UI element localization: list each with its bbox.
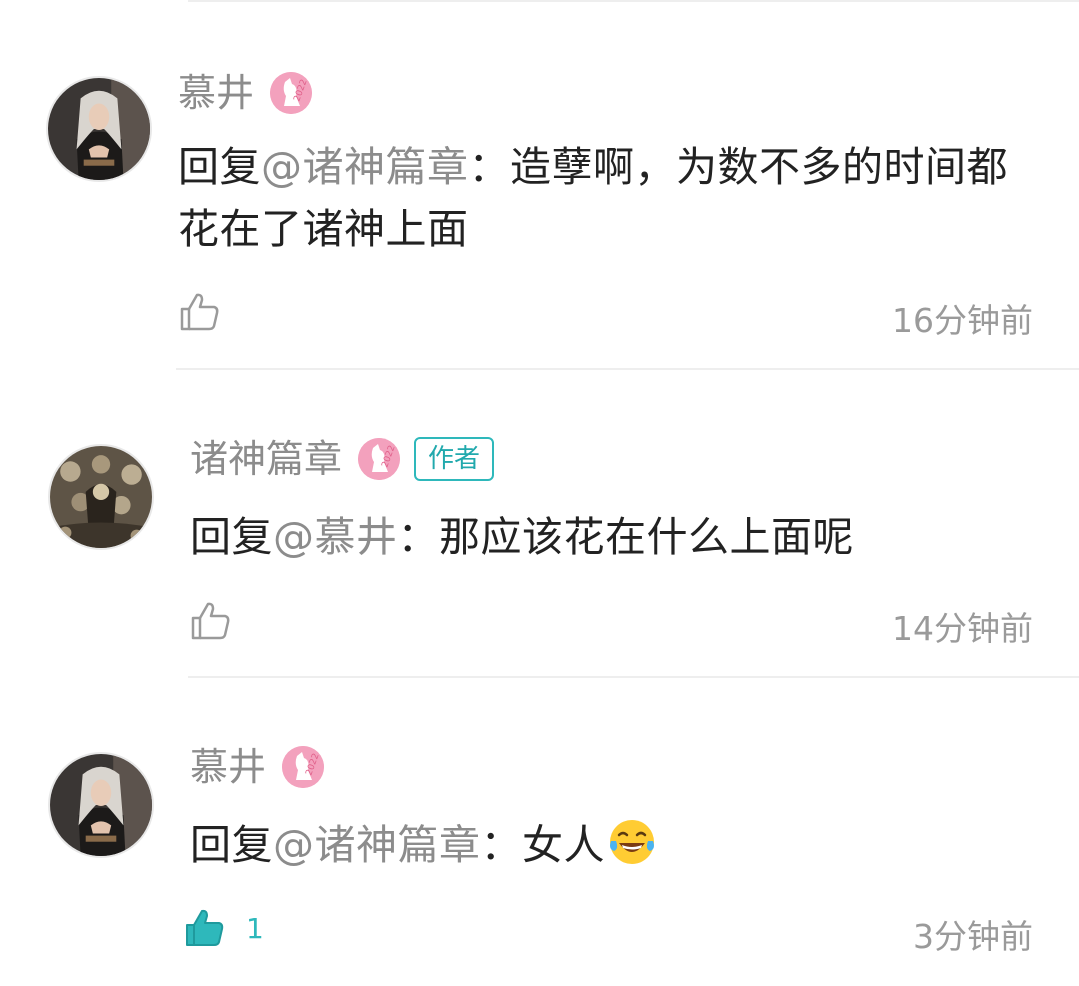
reply-prefix: 回复 — [190, 513, 273, 561]
comment-time: 16分钟前 — [892, 301, 1033, 340]
laughing-with-tears-emoji-icon — [607, 817, 657, 867]
comment-text: 回复@诸神篇章：造孽啊，为数不多的时间都 花在了诸神上面 — [178, 136, 1028, 260]
year-2022-badge-icon: 2022 — [358, 438, 401, 480]
avatar[interactable] — [46, 76, 152, 182]
comment-text-line: ：女人 — [480, 821, 605, 869]
mention-link[interactable]: @诸神篇章 — [273, 821, 481, 869]
thumbs-up-icon — [180, 293, 219, 331]
comment-item: 诸神篇章 2022 作者 回复@慕井：那应该花在什么上面呢 14分钟前 — [0, 370, 1079, 678]
thumbs-up-icon — [191, 602, 230, 640]
author-tag-badge: 作者 — [414, 437, 495, 481]
author-name[interactable]: 诸神篇章 — [190, 436, 342, 482]
reply-prefix: 回复 — [178, 143, 261, 191]
thumbs-up-filled-icon — [186, 909, 224, 946]
mention-link[interactable]: @诸神篇章 — [261, 143, 469, 191]
reply-prefix: 回复 — [190, 821, 273, 869]
like-button[interactable] — [190, 600, 232, 642]
comment-text-line: ：那应该花在什么上面呢 — [397, 513, 854, 561]
author-name[interactable]: 慕井 — [190, 744, 266, 790]
comment-text-line: 花在了诸神上面 — [178, 205, 469, 253]
comment-time: 14分钟前 — [892, 609, 1033, 648]
mention-link[interactable]: @慕井 — [273, 513, 398, 561]
comment-time: 3分钟前 — [913, 917, 1033, 956]
like-button[interactable] — [179, 291, 221, 333]
comment-item: 慕井 2022 回复@诸神篇章：造孽啊，为数不多的时间都 花在了诸神上面 16分… — [0, 0, 1079, 370]
comment-text: 回复@诸神篇章：女人 — [190, 814, 1030, 876]
year-2022-badge-icon: 2022 — [282, 746, 325, 788]
year-2022-badge-icon: 2022 — [270, 72, 313, 114]
comment-item: 慕井 2022 回复@诸神篇章：女人 1 3分钟前 — [0, 678, 1079, 986]
like-button[interactable]: 1 — [184, 907, 264, 949]
avatar[interactable] — [48, 752, 154, 858]
comment-text-line: ：造孽啊，为数不多的时间都 — [468, 143, 1008, 191]
comment-text: 回复@慕井：那应该花在什么上面呢 — [190, 506, 1030, 568]
like-count: 1 — [246, 911, 264, 945]
avatar[interactable] — [48, 444, 154, 550]
author-name[interactable]: 慕井 — [178, 70, 254, 116]
